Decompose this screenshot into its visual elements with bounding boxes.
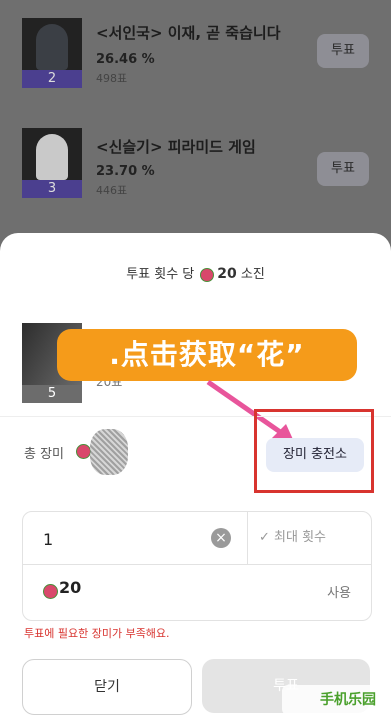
vote-button[interactable]: 투표 xyxy=(317,152,369,186)
instruction-banner: .点击获取“花” xyxy=(57,329,357,381)
watermark-logo: 手机乐园 xyxy=(282,685,382,715)
rose-charge-button[interactable]: 장미 충전소 xyxy=(266,438,364,472)
candidate-title: <신슬기> 피라미드 게임 xyxy=(96,138,256,156)
vote-bottom-sheet: 투표 횟수 당 20 소진 5 20표 .点击获取“花” 총 장미 장미 충전소 … xyxy=(0,233,391,721)
vote-percent: 26.46 % xyxy=(96,52,155,67)
sheet-header: 투표 횟수 당 20 소진 xyxy=(126,266,265,282)
candidate-thumbnail: 2 xyxy=(22,18,82,88)
redacted-scribble xyxy=(90,429,128,475)
vote-count: 498표 xyxy=(96,72,128,85)
rose-icon xyxy=(43,584,58,599)
quantity-input[interactable]: 1 xyxy=(43,530,53,549)
close-button[interactable]: 닫기 xyxy=(22,659,192,715)
rose-total-label: 총 장미 xyxy=(24,447,65,462)
candidate-thumbnail: 3 xyxy=(22,128,82,198)
vote-count: 446표 xyxy=(96,184,128,197)
rank-badge: 3 xyxy=(22,180,82,198)
use-label: 사용 xyxy=(327,586,351,601)
vote-quantity-box: 1 × ✓ 최대 횟수 20 사용 xyxy=(22,511,372,621)
vote-percent: 23.70 % xyxy=(96,164,155,179)
rose-icon xyxy=(76,444,91,459)
vote-button[interactable]: 투표 xyxy=(317,34,369,68)
max-count-button[interactable]: ✓ 최대 횟수 xyxy=(259,526,326,545)
list-item[interactable]: 2 <서인국> 이재, 곧 죽습니다 26.46 % 498표 투표 xyxy=(0,12,391,122)
rank-badge: 5 xyxy=(22,385,82,403)
rose-icon xyxy=(200,267,215,282)
rose-cost: 20 xyxy=(59,578,82,597)
clear-icon[interactable]: × xyxy=(211,528,231,548)
insufficient-roses-warning: 투표에 필요한 장미가 부족해요. xyxy=(24,627,170,640)
candidate-title: <서인국> 이재, 곧 죽습니다 xyxy=(96,24,281,42)
ranking-list: 2 <서인국> 이재, 곧 죽습니다 26.46 % 498표 투표 3 <신슬… xyxy=(0,0,391,250)
list-item[interactable]: 3 <신슬기> 피라미드 게임 23.70 % 446표 투표 xyxy=(0,122,391,232)
rank-badge: 2 xyxy=(22,70,82,88)
